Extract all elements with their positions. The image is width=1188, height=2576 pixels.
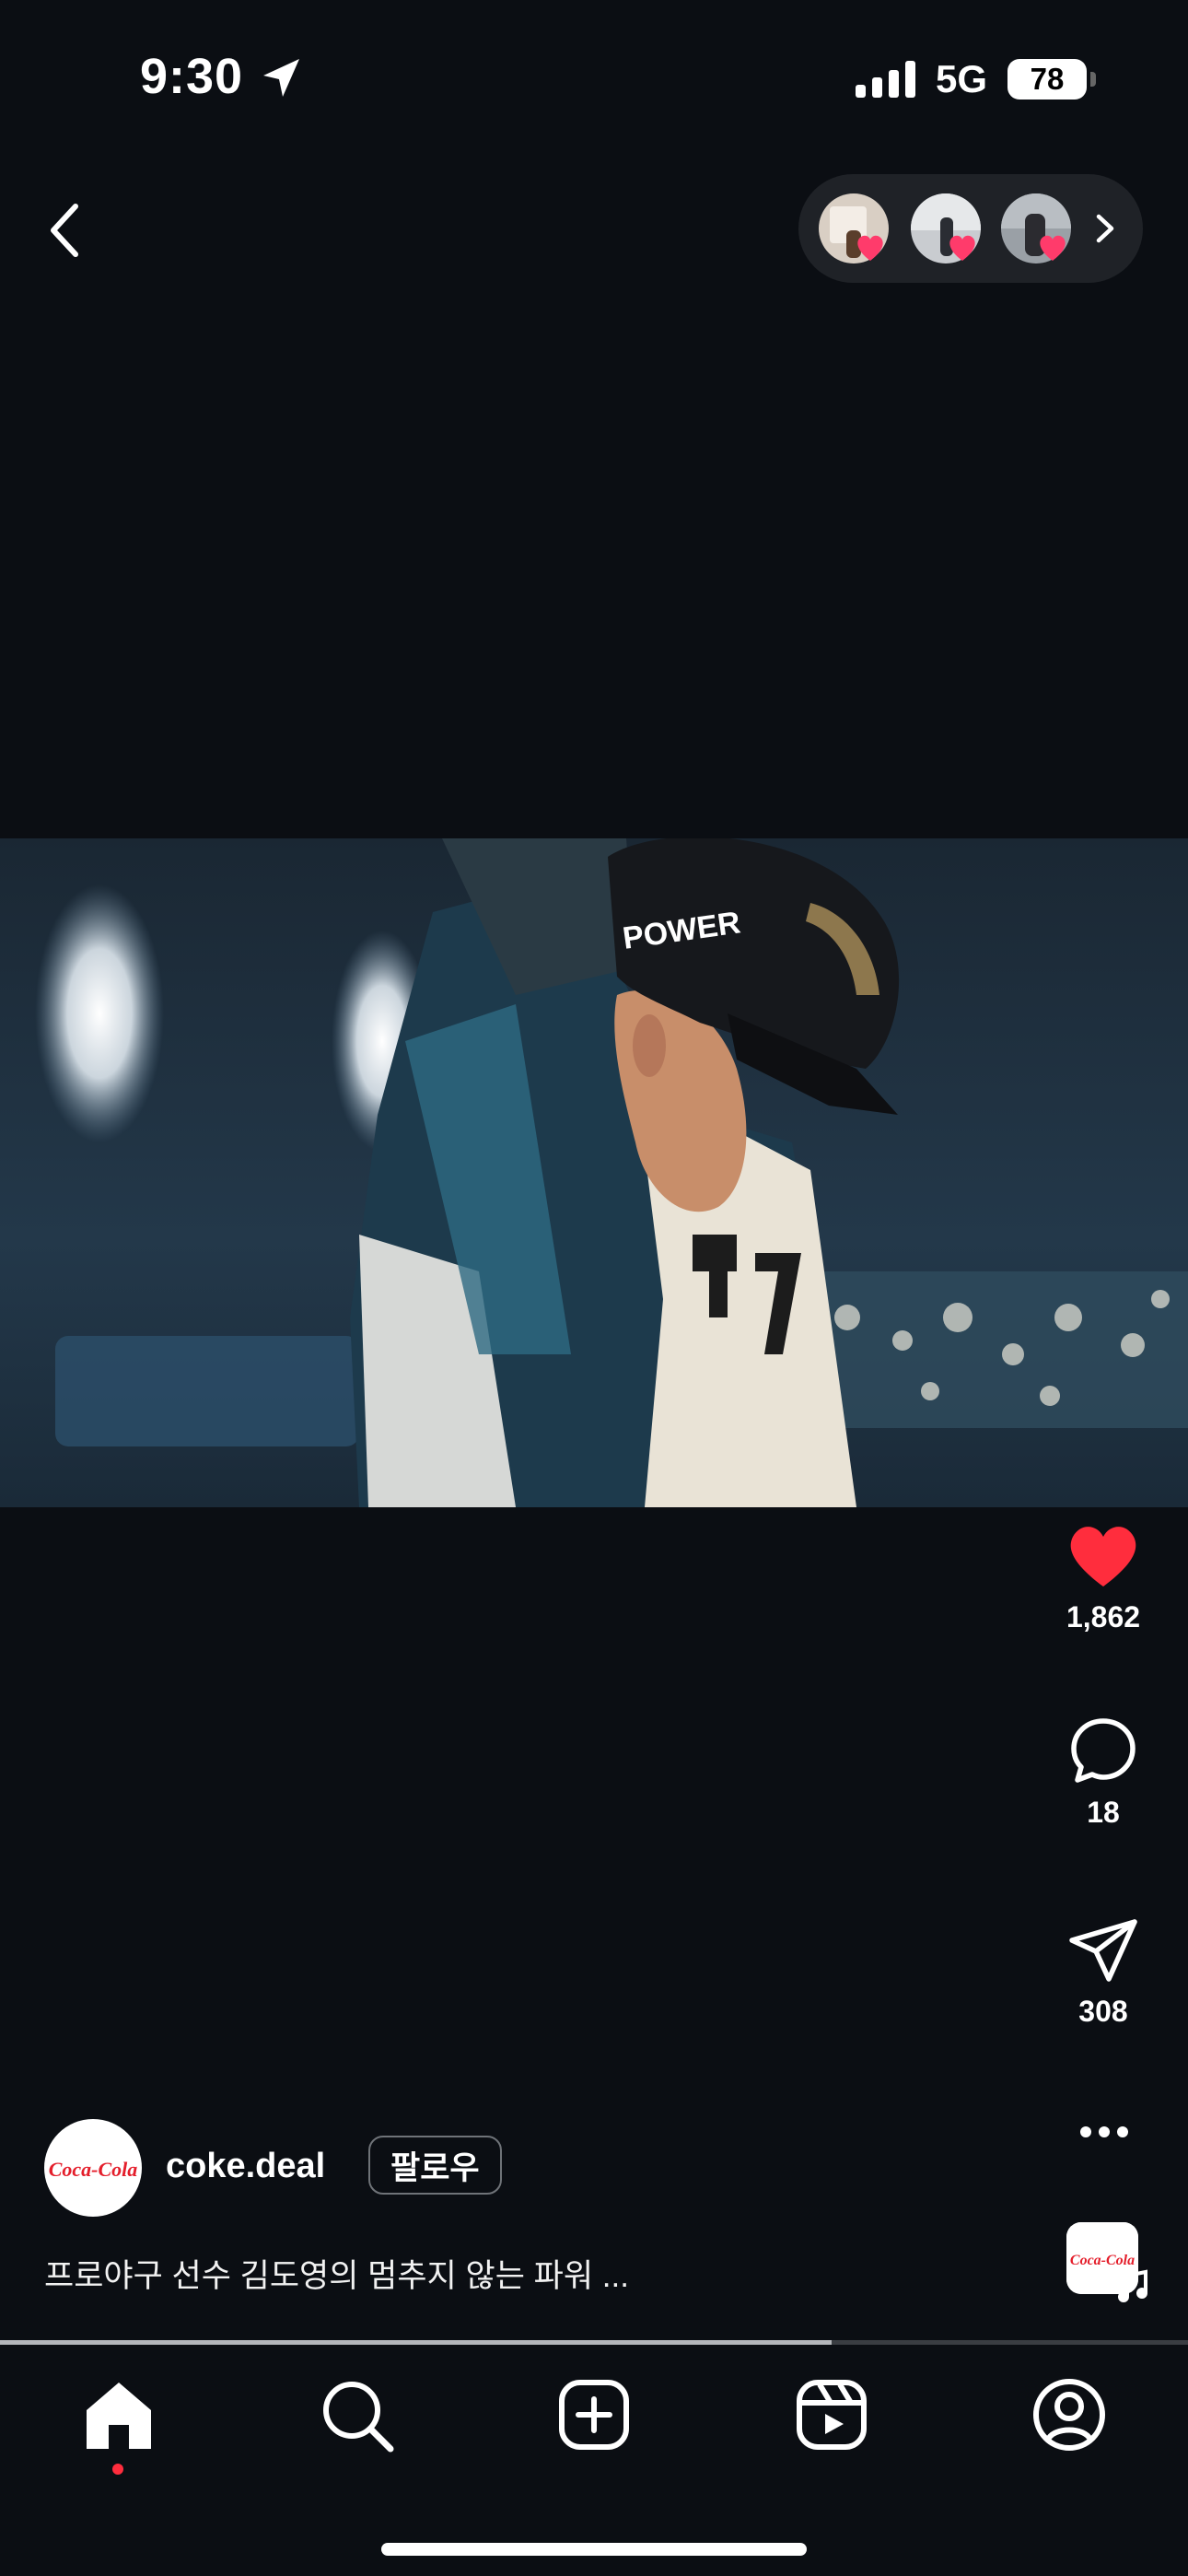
- comment-action[interactable]: 18: [1048, 1715, 1159, 1830]
- brand-logo: Coca-Cola: [49, 2158, 138, 2181]
- comment-bubble-icon[interactable]: [1068, 1715, 1138, 1786]
- back-chevron-icon[interactable]: [37, 193, 101, 267]
- search-icon[interactable]: [315, 2373, 398, 2456]
- brand-logo: Coca-Cola: [1070, 2253, 1135, 2268]
- video-progress-fill: [0, 2340, 832, 2345]
- author-username[interactable]: coke.deal: [166, 2147, 325, 2186]
- status-indicators: 5G 78: [855, 57, 1096, 101]
- home-indicator: [381, 2543, 807, 2556]
- heart-filled-icon[interactable]: [1066, 1522, 1141, 1590]
- follow-button[interactable]: 팔로우: [368, 2136, 502, 2195]
- video-progress-bar[interactable]: [0, 2340, 1188, 2345]
- network-type: 5G: [935, 57, 987, 100]
- battery-level: 78: [1030, 62, 1065, 96]
- share-action[interactable]: 308: [1048, 1916, 1159, 2029]
- home-icon[interactable]: [77, 2373, 160, 2456]
- heart-badge-icon: [857, 235, 883, 261]
- author-avatar[interactable]: Coca-Cola: [44, 2119, 142, 2217]
- chevron-right-icon: [1096, 214, 1114, 243]
- profile-icon[interactable]: [1028, 2373, 1111, 2456]
- video-player[interactable]: POWER: [0, 838, 1188, 1507]
- video-frame: POWER: [0, 838, 1188, 1507]
- like-count: 1,862: [1066, 1600, 1141, 1633]
- reels-icon[interactable]: [790, 2373, 873, 2456]
- location-arrow-icon: [263, 59, 299, 97]
- paper-plane-icon[interactable]: [1066, 1916, 1140, 1985]
- status-time: 9:30: [140, 49, 244, 104]
- like-action[interactable]: 1,862: [1048, 1522, 1159, 1634]
- liked-by-avatars[interactable]: [798, 174, 1143, 283]
- more-options-icon[interactable]: [1079, 2125, 1129, 2139]
- heart-badge-icon: [949, 235, 975, 261]
- cellular-signal-icon: [855, 61, 915, 98]
- share-count: 308: [1078, 1995, 1128, 2028]
- post-caption[interactable]: 프로야구 선수 김도영의 멈추지 않는 파워 ...: [44, 2250, 629, 2297]
- active-tab-indicator: [112, 2464, 123, 2475]
- comment-count: 18: [1087, 1796, 1120, 1829]
- music-note-icon: [1118, 2269, 1147, 2302]
- heart-badge-icon: [1040, 235, 1066, 261]
- bottom-tab-bar: [0, 2346, 1188, 2576]
- create-post-icon[interactable]: [553, 2373, 635, 2456]
- battery-icon: 78: [1007, 59, 1096, 100]
